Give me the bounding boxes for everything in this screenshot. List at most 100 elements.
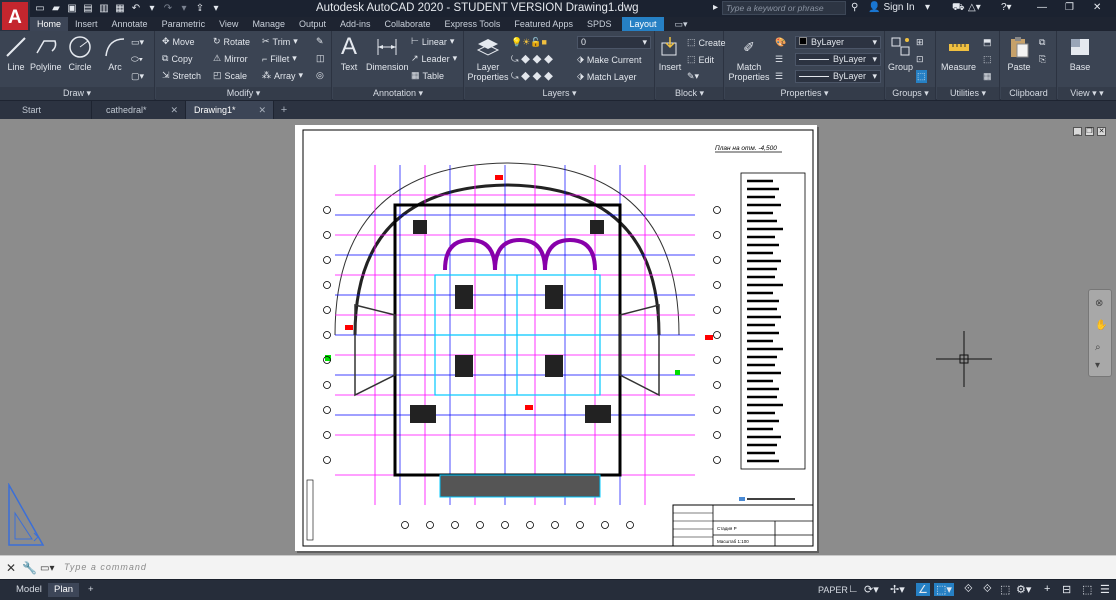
- stretch-button[interactable]: ⇲ Stretch: [162, 69, 201, 82]
- workspace-gear-icon[interactable]: ⚙▾: [1016, 583, 1031, 596]
- command-input[interactable]: Type a command: [64, 562, 147, 572]
- polyline-button[interactable]: Polyline: [30, 35, 62, 72]
- modify-panel-label[interactable]: Modify ▾: [156, 87, 331, 100]
- explode-icon[interactable]: ◫: [316, 52, 325, 65]
- close-icon[interactable]: ✕: [1093, 2, 1101, 13]
- annotation-visibility-icon[interactable]: ⟐: [964, 583, 973, 596]
- cloud-icon[interactable]: ▥: [98, 3, 110, 14]
- offset-icon[interactable]: ◎: [316, 69, 324, 82]
- doc-tab-start[interactable]: Start: [0, 101, 92, 119]
- polar-tracking-icon[interactable]: ✢▾: [890, 583, 905, 596]
- measure-button[interactable]: Measure: [941, 35, 976, 72]
- tab-output[interactable]: Output: [292, 17, 333, 31]
- draw-panel-label[interactable]: Draw ▾: [0, 87, 154, 100]
- customization-menu-icon[interactable]: ☰: [1100, 583, 1110, 596]
- edit-block-button[interactable]: ⬚ Edit: [687, 53, 714, 66]
- annotation-panel-label[interactable]: Annotation ▾: [333, 87, 463, 100]
- block-attributes-icon[interactable]: ✎▾: [687, 70, 699, 83]
- make-current-button[interactable]: ⬗ Make Current: [577, 53, 641, 66]
- match-layer-button[interactable]: ⬗ Match Layer: [577, 70, 636, 83]
- region-icon[interactable]: ▢▾: [131, 70, 144, 83]
- application-menu-button[interactable]: A: [0, 0, 30, 32]
- showmotion-icon[interactable]: ▾: [1095, 360, 1100, 371]
- tab-express-tools[interactable]: Express Tools: [438, 17, 508, 31]
- isometric-icon[interactable]: ∠: [916, 583, 930, 596]
- paste-button[interactable]: Paste: [1007, 35, 1031, 72]
- linetype-dropdown[interactable]: ByLayer ▾: [795, 70, 881, 83]
- group-selection-icon[interactable]: ⬚: [916, 70, 927, 83]
- tab-layout[interactable]: Layout: [622, 17, 664, 31]
- undo-dropdown-icon[interactable]: ▾: [146, 3, 158, 14]
- new-tab-icon[interactable]: +: [274, 101, 294, 119]
- table-button[interactable]: ▦ Table: [411, 69, 444, 82]
- print-icon[interactable]: ▦: [114, 3, 126, 14]
- lineweight-icon[interactable]: ☰: [775, 53, 783, 66]
- layer-properties-button[interactable]: Layer Properties: [467, 35, 509, 82]
- layer-tools-row2[interactable]: ⤿ ◆ ◆ ◆: [511, 70, 553, 83]
- annotation-monitor-icon[interactable]: +: [1044, 583, 1050, 595]
- ribbon-toggle-icon[interactable]: ▭▾: [668, 17, 695, 31]
- group-button[interactable]: Group: [888, 35, 913, 72]
- tab-manage[interactable]: Manage: [245, 17, 292, 31]
- add-layout-icon[interactable]: +: [82, 583, 100, 597]
- snap-mode-icon[interactable]: ∟: [848, 583, 859, 595]
- layers-panel-label[interactable]: Layers ▾: [465, 87, 654, 100]
- copy-button[interactable]: ⧉ Copy: [162, 52, 192, 65]
- layer-dropdown[interactable]: 0 ▾: [577, 36, 651, 49]
- dimension-button[interactable]: Dimension: [366, 35, 409, 72]
- arc-button[interactable]: Arc: [103, 35, 127, 72]
- hatch-icon[interactable]: ⬭▾: [131, 53, 143, 66]
- tab-view[interactable]: View: [212, 17, 245, 31]
- tab-spds[interactable]: SPDS: [580, 17, 619, 31]
- clipboard-panel-label[interactable]: Clipboard: [1001, 87, 1056, 100]
- doc-tab-cathedral[interactable]: cathedral* ✕: [92, 101, 186, 119]
- match-properties-button[interactable]: ✐ Match Properties: [729, 35, 770, 82]
- insert-block-button[interactable]: Insert: [658, 35, 682, 72]
- base-view-button[interactable]: Base: [1068, 35, 1092, 72]
- open-folder-icon[interactable]: ▰: [50, 3, 62, 14]
- utilities-panel-label[interactable]: Utilities ▾: [937, 87, 999, 100]
- binoculars-icon[interactable]: ⚲: [851, 2, 858, 13]
- leader-button[interactable]: ↗ Leader ▾: [411, 52, 457, 65]
- block-panel-label[interactable]: Block ▾: [656, 87, 723, 100]
- ungroup-icon[interactable]: ⊞: [916, 36, 924, 49]
- sign-in-button[interactable]: 👤 Sign In: [868, 2, 915, 13]
- move-button[interactable]: ✥ Move: [162, 35, 195, 48]
- select-all-icon[interactable]: ⬚: [983, 53, 992, 66]
- scale-button[interactable]: ◰ Scale: [213, 69, 247, 82]
- navigation-bar[interactable]: ⊗ ✋ ⌕ ▾: [1088, 289, 1112, 377]
- drawing-canvas[interactable]: _ ❐ ✕ План на отм. -4,500 Стадия Р Масшт…: [0, 119, 1116, 555]
- tab-insert[interactable]: Insert: [68, 17, 105, 31]
- zoom-icon[interactable]: ⌕: [1095, 342, 1101, 353]
- redo-icon[interactable]: ↷: [162, 3, 174, 14]
- steering-wheel-icon[interactable]: ⊗: [1095, 298, 1103, 309]
- rectangle-icon[interactable]: ▭▾: [131, 36, 144, 49]
- viewport-minimize-icon[interactable]: _: [1073, 127, 1082, 136]
- restore-icon[interactable]: ❐: [1065, 2, 1074, 13]
- erase-icon[interactable]: ✎: [316, 35, 324, 48]
- trim-button[interactable]: ✂ Trim ▾: [262, 35, 298, 48]
- group-edit-icon[interactable]: ⊡: [916, 53, 924, 66]
- recent-commands-icon[interactable]: ▭▾: [40, 563, 54, 574]
- object-snap-icon[interactable]: ⬚▾: [934, 583, 954, 596]
- tab-parametric[interactable]: Parametric: [155, 17, 213, 31]
- pan-icon[interactable]: ✋: [1095, 320, 1107, 331]
- rotate-button[interactable]: ↻ Rotate: [213, 35, 250, 48]
- customize-dropdown-icon[interactable]: ▾: [210, 3, 222, 14]
- dropdown-icon[interactable]: ▾: [925, 2, 930, 13]
- tab-featured-apps[interactable]: Featured Apps: [507, 17, 580, 31]
- linear-dim-button[interactable]: ⊢ Linear ▾: [411, 35, 454, 48]
- color-dropdown[interactable]: ByLayer ▾: [795, 36, 881, 49]
- tab-plan-layout[interactable]: Plan: [48, 583, 80, 597]
- groups-panel-label[interactable]: Groups ▾: [886, 87, 935, 100]
- mirror-button[interactable]: ⚠ Mirror: [213, 52, 248, 65]
- line-button[interactable]: Line: [4, 35, 28, 72]
- isolate-objects-icon[interactable]: ⊟: [1062, 583, 1071, 596]
- selection-cycling-icon[interactable]: ⬚: [1000, 583, 1010, 596]
- create-block-button[interactable]: ⬚ Create: [687, 36, 726, 49]
- minimize-icon[interactable]: —: [1037, 2, 1047, 13]
- share-icon[interactable]: ⇪: [194, 3, 206, 14]
- undo-icon[interactable]: ↶: [130, 3, 142, 14]
- save-as-icon[interactable]: ▤: [82, 3, 94, 14]
- color-wheel-icon[interactable]: 🎨: [775, 36, 786, 49]
